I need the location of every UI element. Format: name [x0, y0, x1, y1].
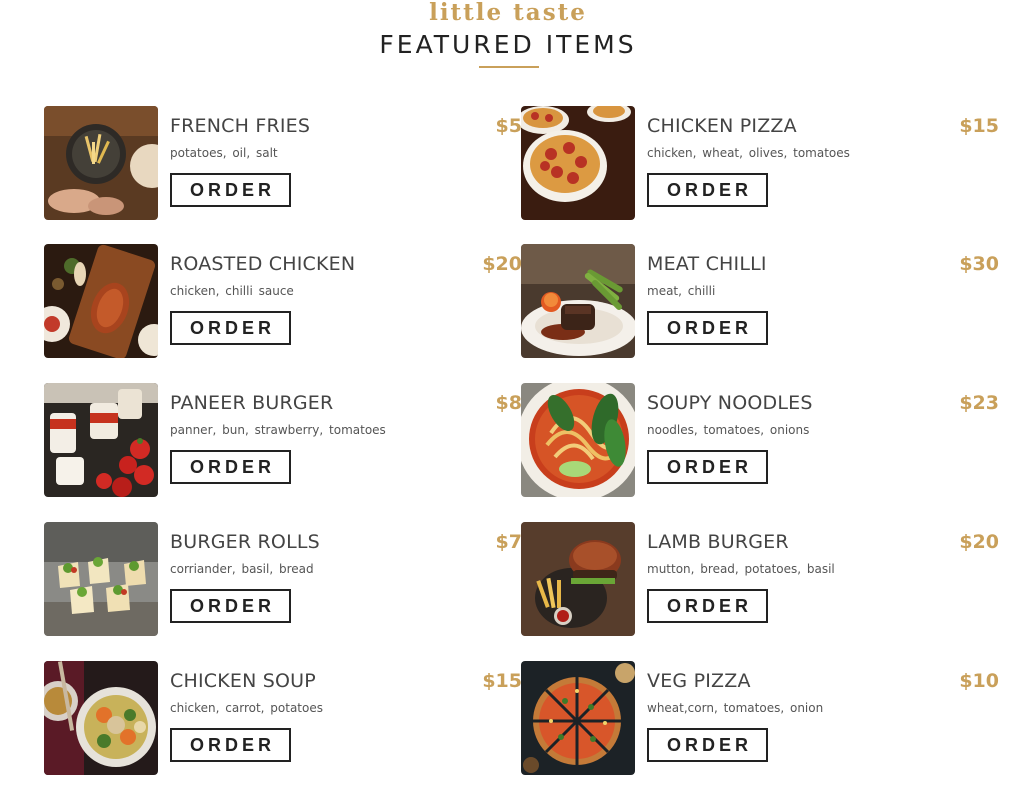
item-price: $7 — [495, 531, 522, 553]
item-ingredients: potatoes, oil, salt — [170, 146, 278, 160]
paneer-burger-photo — [44, 383, 158, 497]
item-price: $20 — [482, 253, 522, 275]
item-name: FRENCH FRIES — [170, 115, 311, 137]
menu-item-soupy-noodles: SOUPY NOODLES $23 noodles, tomatoes, oni… — [521, 383, 999, 499]
item-ingredients: meat, chilli — [647, 284, 716, 298]
item-price: $15 — [482, 670, 522, 692]
item-name: MEAT CHILLI — [647, 253, 767, 275]
order-button[interactable]: ORDER — [647, 728, 768, 762]
menu-item-paneer-burger: PANEER BURGER $8 panner, bun, strawberry… — [44, 383, 522, 499]
menu-item-burger-rolls: BURGER ROLLS $7 corriander, basil, bread… — [44, 522, 522, 638]
chicken-pizza-photo — [521, 106, 635, 220]
menu-item-chicken-pizza: CHICKEN PIZZA $15 chicken, wheat, olives… — [521, 106, 999, 222]
item-price: $10 — [959, 670, 999, 692]
item-name: CHICKEN SOUP — [170, 670, 316, 692]
menu-item-roasted-chicken: ROASTED CHICKEN $20 chicken, chilli sauc… — [44, 244, 522, 360]
menu-item-meat-chilli: MEAT CHILLI $30 meat, chilli ORDER — [521, 244, 999, 360]
item-name: ROASTED CHICKEN — [170, 253, 356, 275]
meat-chilli-photo — [521, 244, 635, 358]
item-ingredients: chicken, wheat, olives, tomatoes — [647, 146, 850, 160]
item-ingredients: panner, bun, strawberry, tomatoes — [170, 423, 386, 437]
item-ingredients: noodles, tomatoes, onions — [647, 423, 810, 437]
item-price: $30 — [959, 253, 999, 275]
burger-rolls-photo — [44, 522, 158, 636]
order-button[interactable]: ORDER — [647, 173, 768, 207]
order-button[interactable]: ORDER — [170, 450, 291, 484]
order-button[interactable]: ORDER — [170, 173, 291, 207]
order-button[interactable]: ORDER — [647, 450, 768, 484]
item-name: LAMB BURGER — [647, 531, 789, 553]
menu-item-chicken-soup: CHICKEN SOUP $15 chicken, carrot, potato… — [44, 661, 522, 777]
veg-pizza-photo — [521, 661, 635, 775]
item-price: $20 — [959, 531, 999, 553]
item-price: $8 — [495, 392, 522, 414]
soupy-noodles-photo — [521, 383, 635, 497]
order-button[interactable]: ORDER — [647, 311, 768, 345]
lamb-burger-photo — [521, 522, 635, 636]
item-name: CHICKEN PIZZA — [647, 115, 797, 137]
item-name: PANEER BURGER — [170, 392, 334, 414]
item-price: $5 — [495, 115, 522, 137]
title-divider — [479, 66, 539, 68]
order-button[interactable]: ORDER — [647, 589, 768, 623]
menu-item-veg-pizza: VEG PIZZA $10 wheat,corn, tomatoes, onio… — [521, 661, 999, 777]
section-title: FEATURED ITEMS — [379, 30, 637, 59]
item-name: SOUPY NOODLES — [647, 392, 813, 414]
order-button[interactable]: ORDER — [170, 589, 291, 623]
section-subtitle: little taste — [429, 0, 587, 26]
item-ingredients: chicken, carrot, potatoes — [170, 701, 323, 715]
french-fries-photo — [44, 106, 158, 220]
item-ingredients: corriander, basil, bread — [170, 562, 314, 576]
item-ingredients: chicken, chilli sauce — [170, 284, 294, 298]
item-price: $15 — [959, 115, 999, 137]
order-button[interactable]: ORDER — [170, 311, 291, 345]
item-ingredients: mutton, bread, potatoes, basil — [647, 562, 835, 576]
item-name: BURGER ROLLS — [170, 531, 320, 553]
menu-item-french-fries: FRENCH FRIES $5 potatoes, oil, salt ORDE… — [44, 106, 522, 222]
roasted-chicken-photo — [44, 244, 158, 358]
item-price: $23 — [959, 392, 999, 414]
chicken-soup-photo — [44, 661, 158, 775]
item-ingredients: wheat,corn, tomatoes, onion — [647, 701, 824, 715]
item-name: VEG PIZZA — [647, 670, 751, 692]
menu-item-lamb-burger: LAMB BURGER $20 mutton, bread, potatoes,… — [521, 522, 999, 638]
order-button[interactable]: ORDER — [170, 728, 291, 762]
